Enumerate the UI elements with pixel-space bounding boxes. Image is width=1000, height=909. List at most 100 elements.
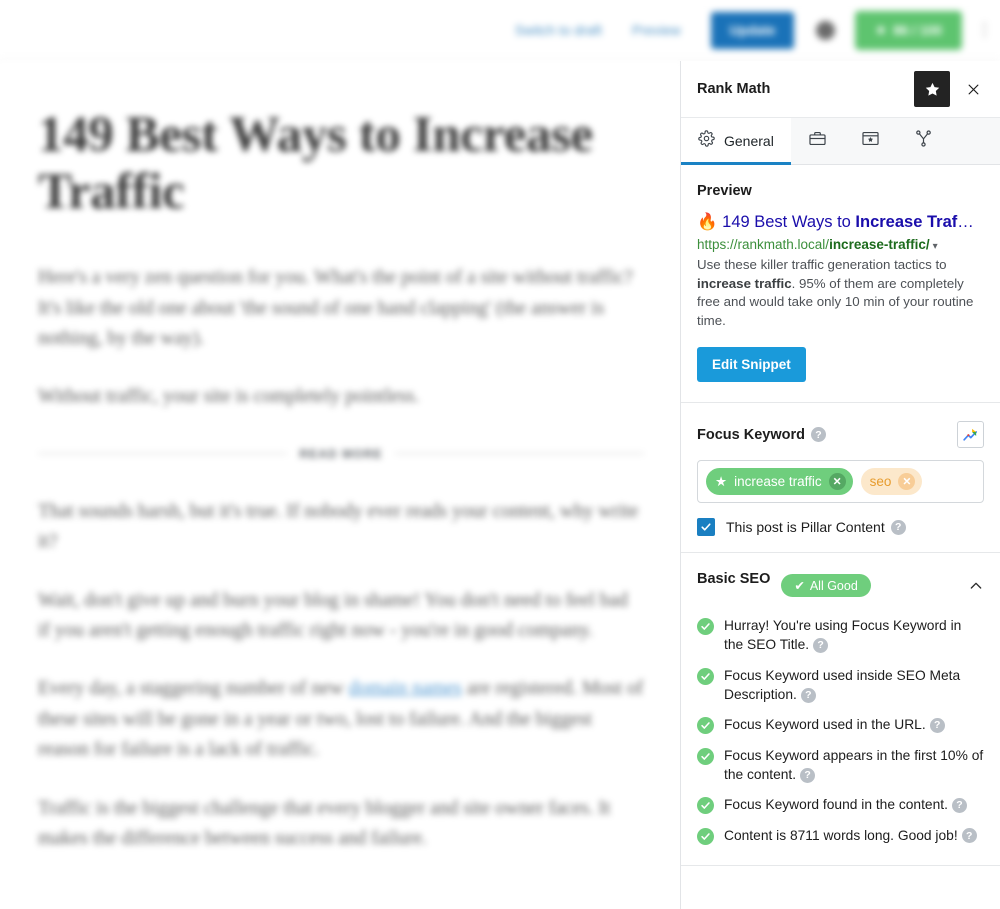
trophy-icon: ★ <box>875 23 887 37</box>
check-item-label: Content is 8711 words long. Good job! <box>724 827 958 843</box>
seo-score-value: 86 / 100 <box>893 22 942 38</box>
list-item: Focus Keyword used inside SEO Meta Descr… <box>697 666 984 705</box>
check-item-label: Focus Keyword found in the content. <box>724 797 948 813</box>
check-circle-icon <box>697 667 714 685</box>
post-paragraph[interactable]: That sounds harsh, but it's true. If nob… <box>38 497 644 558</box>
rank-math-score-button[interactable]: ★ 86 / 100 <box>855 10 962 50</box>
focus-keyword-header: Focus Keyword ? <box>697 421 984 449</box>
post-content-canvas[interactable]: 149 Best Ways to Increase Traffic Here's… <box>0 61 680 909</box>
list-item: Focus Keyword found in the content.? <box>697 795 984 815</box>
panel-title: Rank Math <box>697 81 771 97</box>
tab-general-label: General <box>724 133 774 149</box>
snippet-desc-part1: Use these killer traffic generation tact… <box>697 256 947 272</box>
basic-seo-header[interactable]: Basic SEO ✔ All Good <box>697 571 984 600</box>
snippet-title-bold: Increase Traf <box>855 213 958 231</box>
keyword-tag-label: seo <box>869 474 892 490</box>
paragraph-text-before: Every day, a staggering number of new <box>38 678 349 700</box>
help-icon[interactable]: ? <box>951 798 967 814</box>
help-icon[interactable]: ? <box>961 828 977 844</box>
list-item: Hurray! You're using Focus Keyword in th… <box>697 616 984 655</box>
read-more-label: READ MORE <box>299 446 383 461</box>
edit-snippet-button[interactable]: Edit Snippet <box>697 347 806 383</box>
post-paragraph[interactable]: Here's a very zen question for you. What… <box>38 263 644 354</box>
star-icon[interactable] <box>914 71 950 107</box>
post-paragraph[interactable]: Without traffic, your site is completely… <box>38 382 644 412</box>
preview-button[interactable]: Preview <box>632 23 681 38</box>
editor-toolbar: Switch to draft Preview Update ★ 86 / 10… <box>0 0 1000 61</box>
star-icon: ★ <box>715 473 728 489</box>
schema-browser-icon <box>861 129 880 153</box>
help-icon[interactable]: ? <box>800 767 816 783</box>
remove-keyword-icon[interactable]: ✕ <box>898 473 916 491</box>
list-item: Focus Keyword used in the URL.? <box>697 715 984 735</box>
chevron-up-icon[interactable] <box>968 578 984 594</box>
help-icon[interactable]: ? <box>813 638 829 654</box>
check-item-text: Hurray! You're using Focus Keyword in th… <box>724 616 984 655</box>
post-paragraph[interactable]: Wait, don't give up and burn your blog i… <box>38 586 644 647</box>
fire-icon: 🔥 <box>697 213 718 231</box>
check-circle-icon <box>697 717 714 735</box>
tab-general[interactable]: General <box>681 118 791 165</box>
pillar-content-row[interactable]: This post is Pillar Content ? <box>697 518 984 537</box>
keyword-tag-primary[interactable]: ★ increase traffic ✕ <box>706 468 853 496</box>
snippet-url[interactable]: https://rankmath.local/increase-traffic/… <box>697 237 984 252</box>
focus-keyword-input[interactable]: ★ increase traffic ✕ seo ✕ <box>697 460 984 504</box>
google-trends-icon[interactable] <box>957 421 984 449</box>
briefcase-icon <box>808 129 827 153</box>
panel-tabs: General <box>681 117 1000 165</box>
check-circle-icon <box>697 827 714 845</box>
snippet-title-ellipsis: … <box>957 213 974 231</box>
chevron-down-icon[interactable]: ▾ <box>933 241 938 252</box>
domain-names-link[interactable]: domain names <box>349 678 462 699</box>
check-item-text: Focus Keyword appears in the first 10% o… <box>724 746 984 785</box>
check-item-text: Content is 8711 words long. Good job!? <box>724 826 977 845</box>
pillar-content-label: This post is Pillar Content <box>726 519 885 536</box>
panel-header: Rank Math <box>681 61 1000 117</box>
social-share-icon <box>914 129 933 153</box>
rank-math-editor-screen: Switch to draft Preview Update ★ 86 / 10… <box>0 0 1000 909</box>
snippet-url-host: https://rankmath.local/ <box>697 236 830 252</box>
check-item-label: Hurray! You're using Focus Keyword in th… <box>724 618 962 653</box>
tab-social[interactable] <box>897 118 950 164</box>
check-icon: ✔ <box>794 579 805 594</box>
status-badge: ✔ All Good <box>781 574 871 598</box>
keyword-tag-label: increase traffic <box>734 474 822 490</box>
keyword-tag-secondary[interactable]: seo ✕ <box>860 468 923 496</box>
check-circle-icon <box>697 618 714 636</box>
tab-schema[interactable] <box>844 118 897 164</box>
post-paragraph-with-link[interactable]: Every day, a staggering number of new do… <box>38 674 644 765</box>
post-paragraph[interactable]: Traffic is the biggest challenge that ev… <box>38 794 644 855</box>
close-icon[interactable] <box>960 76 986 102</box>
gear-icon <box>698 130 715 152</box>
divider-line-right <box>394 453 644 455</box>
check-item-label: Focus Keyword used inside SEO Meta Descr… <box>724 667 961 703</box>
remove-keyword-icon[interactable]: ✕ <box>828 473 846 491</box>
page-title[interactable]: 149 Best Ways to Increase Traffic <box>38 107 644 221</box>
divider-line-left <box>38 453 288 455</box>
basic-seo-title: Basic SEO <box>697 571 771 588</box>
list-item: Content is 8711 words long. Good job!? <box>697 826 984 845</box>
help-icon[interactable]: ? <box>800 687 816 703</box>
check-item-text: Focus Keyword used inside SEO Meta Descr… <box>724 666 984 705</box>
read-more-divider[interactable]: READ MORE <box>38 447 644 461</box>
switch-to-draft-button[interactable]: Switch to draft <box>515 23 602 38</box>
snippet-title-plain: 149 Best Ways to <box>722 213 856 231</box>
check-item-text: Focus Keyword found in the content.? <box>724 795 967 814</box>
help-icon[interactable]: ? <box>810 427 826 443</box>
tab-advanced[interactable] <box>791 118 844 164</box>
focus-keyword-section: Focus Keyword ? ★ increase traffic ✕ seo… <box>681 403 1000 554</box>
pillar-content-checkbox[interactable] <box>697 518 715 537</box>
preview-section-title: Preview <box>697 183 752 199</box>
check-circle-icon <box>697 797 714 815</box>
settings-dot-icon[interactable] <box>816 20 836 40</box>
check-item-text: Focus Keyword used in the URL.? <box>724 715 945 734</box>
basic-seo-check-list: Hurray! You're using Focus Keyword in th… <box>697 616 984 845</box>
help-icon[interactable]: ? <box>890 519 906 535</box>
snippet-title[interactable]: 🔥 149 Best Ways to Increase Traf… <box>697 212 984 233</box>
list-item: Focus Keyword appears in the first 10% o… <box>697 746 984 785</box>
check-circle-icon <box>697 747 714 765</box>
check-item-label: Focus Keyword used in the URL. <box>724 717 926 733</box>
update-button[interactable]: Update <box>710 11 795 49</box>
help-icon[interactable]: ? <box>929 718 945 734</box>
kebab-menu-icon[interactable]: ⋮ <box>976 21 993 38</box>
